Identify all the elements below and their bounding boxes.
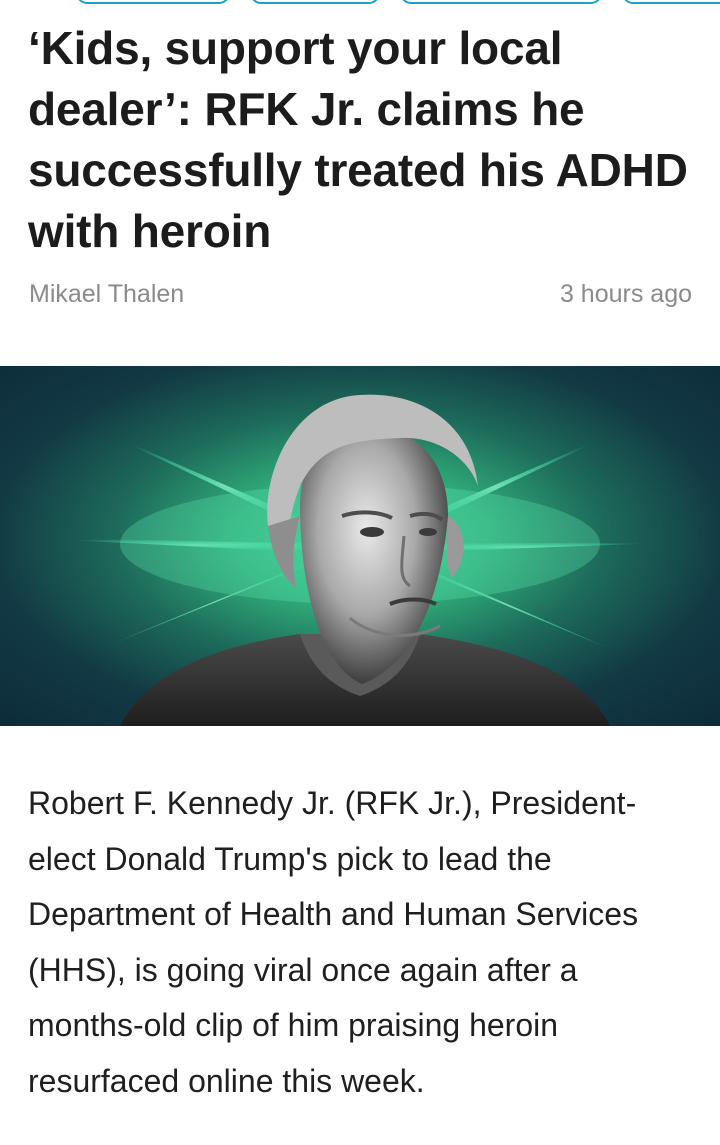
article-headline: ‘Kids, support your local dealer’: RFK J… xyxy=(28,22,688,257)
category-chip[interactable] xyxy=(250,0,380,4)
category-chip[interactable] xyxy=(400,0,602,4)
category-chips-row xyxy=(0,0,720,4)
publish-time: 3 hours ago xyxy=(559,280,692,308)
article-byline: Mikael Thalen 3 hours ago xyxy=(29,280,692,312)
article-body: Robert F. Kennedy Jr. (RFK Jr.), Preside… xyxy=(28,785,639,1099)
category-chip[interactable] xyxy=(622,0,720,4)
hero-illustration xyxy=(30,394,690,726)
author-name[interactable]: Mikael Thalen xyxy=(29,280,184,309)
hero-image xyxy=(0,366,720,726)
category-chip[interactable] xyxy=(76,0,230,4)
